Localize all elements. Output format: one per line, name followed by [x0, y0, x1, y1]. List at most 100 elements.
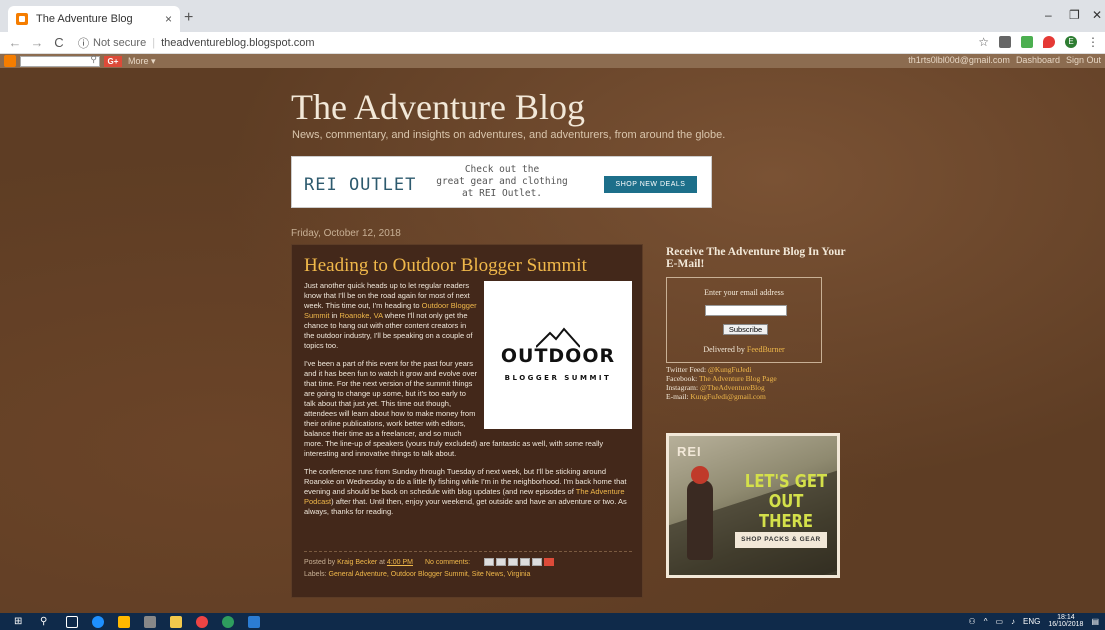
maximize-button[interactable]: ❐ [1069, 8, 1080, 22]
labels-prefix: Labels: [304, 571, 327, 578]
post-footer: Posted by Kraig Becker at 4:00 PM No com… [304, 551, 632, 578]
notifications-icon[interactable]: ▤ [1091, 617, 1099, 626]
twitter-label: Twitter Feed: [666, 365, 707, 374]
browser-toolbar: ← → C ⓘ Not secure | theadventureblog.bl… [0, 32, 1105, 54]
toolbar-extensions: ☆ E ⋮ [978, 35, 1099, 49]
store-icon[interactable] [118, 615, 130, 628]
blog-post: Heading to Outdoor Blogger Summit OUTDOO… [291, 244, 643, 598]
ad-copy-line: Check out the [464, 164, 540, 175]
close-tab-icon[interactable]: × [165, 12, 172, 26]
blog-page: The Adventure Blog News, commentary, and… [0, 68, 1105, 613]
task-view-icon[interactable] [66, 615, 78, 628]
gplus-share-icon[interactable] [544, 558, 555, 566]
app-green-icon[interactable] [222, 615, 234, 628]
blog-search-input[interactable] [20, 54, 100, 67]
network-icon[interactable]: ▭ [995, 617, 1003, 626]
outdoor-blogger-summit-image[interactable]: OUTDOOR BLOGGER SUMMIT [484, 281, 632, 429]
sign-out-link[interactable]: Sign Out [1066, 55, 1101, 65]
extension-icon[interactable] [999, 36, 1011, 48]
reload-icon[interactable]: C [52, 35, 66, 50]
blog-title[interactable]: The Adventure Blog [291, 86, 585, 128]
volume-icon[interactable]: ♪ [1011, 617, 1015, 626]
gplus-button[interactable]: G+ [104, 55, 122, 67]
email-contact-link[interactable]: KungFuJedi@gmail.com [690, 392, 765, 401]
clock[interactable]: 18:14 16/10/2018 [1048, 614, 1083, 628]
posted-by-label: Posted by [304, 558, 336, 566]
address-bar[interactable]: ⓘ Not secure | theadventureblog.blogspot… [78, 34, 315, 52]
contact-info: Twitter Feed: @KungFuJedi Facebook: The … [666, 365, 777, 401]
email-input[interactable] [705, 305, 787, 316]
delivered-by-label: Delivered by [703, 345, 745, 354]
post-date: Friday, October 12, 2018 [291, 228, 401, 239]
search-icon[interactable]: ⚲ [40, 616, 52, 628]
roanoke-link[interactable]: Roanoke, VA [339, 311, 382, 320]
author-link[interactable]: Kraig Becker [337, 559, 377, 566]
comments-link[interactable]: No comments: [425, 559, 470, 566]
close-window-button[interactable]: ✕ [1092, 8, 1102, 22]
labels-links[interactable]: General Adventure, Outdoor Blogger Summi… [329, 571, 531, 578]
app-icon[interactable] [144, 615, 156, 628]
new-tab-button[interactable]: + [184, 9, 193, 27]
subscribe-title: Receive The Adventure Blog In Your E-Mai… [666, 246, 846, 270]
image-word-outdoor: OUTDOOR [500, 345, 616, 367]
blogger-logo-icon[interactable] [4, 55, 16, 67]
ad-copy-line: at REI Outlet. [461, 188, 543, 199]
tray-chevron-icon[interactable]: ^ [984, 617, 988, 626]
word-icon[interactable] [248, 615, 260, 628]
shop-packs-gear-button[interactable]: SHOP PACKS & GEAR [735, 532, 827, 548]
rei-logo: REI [677, 444, 702, 459]
facebook-label: Facebook: [666, 374, 698, 383]
forward-icon[interactable]: → [30, 35, 44, 50]
file-explorer-icon[interactable] [170, 615, 182, 628]
blog-description: News, commentary, and insights on advent… [292, 129, 726, 141]
menu-kebab-icon[interactable]: ⋮ [1087, 35, 1099, 49]
blogthis-share-icon[interactable] [496, 558, 507, 566]
back-icon[interactable]: ← [8, 35, 22, 50]
extension-shield-icon[interactable] [1043, 36, 1055, 48]
post-title[interactable]: Heading to Outdoor Blogger Summit [304, 255, 587, 277]
language-indicator[interactable]: ENG [1023, 617, 1040, 626]
edge-icon[interactable] [92, 615, 104, 628]
info-icon[interactable]: ⓘ [78, 35, 89, 51]
email-share-icon[interactable] [484, 558, 495, 566]
chrome-icon[interactable] [196, 615, 208, 628]
dashboard-link[interactable]: Dashboard [1016, 55, 1060, 65]
people-icon[interactable]: ⚇ [969, 617, 976, 626]
email-contact-label: E-mail: [666, 392, 689, 401]
minimize-button[interactable]: – [1045, 8, 1052, 22]
url-text[interactable]: theadventureblog.blogspot.com [161, 37, 315, 49]
rei-outlet-banner-ad[interactable]: REI OUTLET Check out the great gear and … [291, 156, 712, 208]
extension-green-icon[interactable] [1021, 36, 1033, 48]
bookmark-star-icon[interactable]: ☆ [978, 35, 989, 49]
post-time-link[interactable]: 4:00 PM [387, 559, 413, 566]
ad-headline: LET'S GET OUT THERE [744, 471, 828, 532]
twitter-link[interactable]: @KungFuJedi [708, 365, 752, 374]
facebook-share-icon[interactable] [520, 558, 531, 566]
blogger-navbar: G+ More ▾ th1rts0lbl00d@gmail.com Dashbo… [0, 54, 1105, 68]
clock-date: 16/10/2018 [1048, 621, 1084, 628]
post-text: in [329, 311, 340, 320]
feedburner-link[interactable]: FeedBurner [747, 345, 785, 354]
ad-hiker-graphic [687, 480, 713, 560]
instagram-label: Instagram: [666, 383, 699, 392]
rei-sidebar-ad[interactable]: REI LET'S GET OUT THERE SHOP PACKS & GEA… [666, 433, 840, 578]
twitter-share-icon[interactable] [508, 558, 519, 566]
post-text: ) after that. Until then, enjoy your wee… [304, 497, 627, 516]
blogger-favicon-icon [16, 13, 28, 25]
shop-new-deals-button[interactable]: SHOP NEW DEALS [604, 176, 697, 193]
instagram-link[interactable]: @TheAdventureBlog [700, 383, 765, 392]
at-label: at [379, 558, 385, 566]
account-email: th1rts0lbl00d@gmail.com [908, 55, 1010, 65]
browser-tab[interactable]: The Adventure Blog × [8, 6, 180, 32]
ad-copy: Check out the great gear and clothing at… [432, 164, 572, 200]
profile-avatar[interactable]: E [1065, 36, 1077, 48]
share-buttons [484, 558, 555, 566]
facebook-link[interactable]: The Adventure Blog Page [699, 374, 777, 383]
pinterest-share-icon[interactable] [532, 558, 543, 566]
ad-copy-line: great gear and clothing [436, 176, 568, 187]
subscribe-button[interactable]: Subscribe [723, 324, 768, 335]
rei-outlet-logo: REI OUTLET [304, 175, 417, 195]
more-menu[interactable]: More ▾ [128, 56, 156, 67]
start-windows-icon[interactable]: ⊞ [14, 616, 26, 628]
post-body: OUTDOOR BLOGGER SUMMIT Just another quic… [304, 281, 632, 525]
